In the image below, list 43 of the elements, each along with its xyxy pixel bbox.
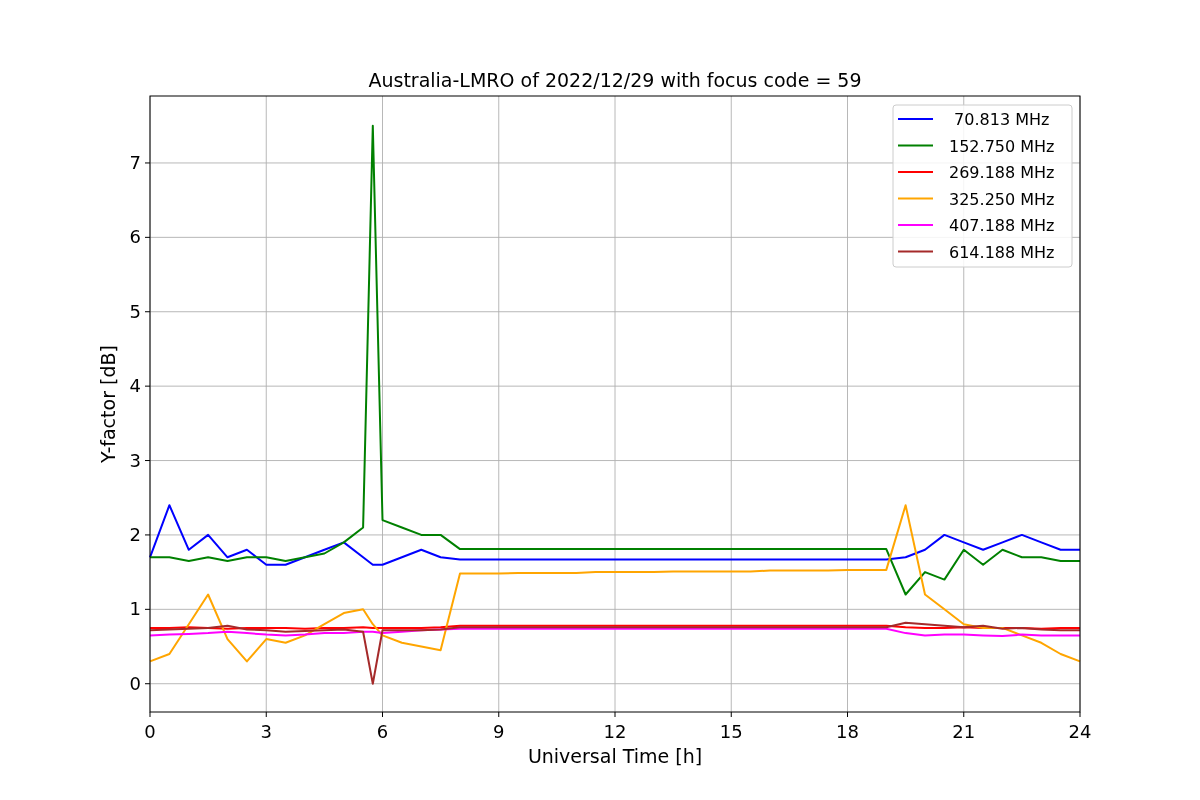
x-tick xyxy=(265,711,267,718)
x-tick-label: 0 xyxy=(144,721,156,742)
y-tick-label: 5 xyxy=(129,300,141,322)
y-tick xyxy=(144,683,151,685)
x-tick-label: 9 xyxy=(493,721,505,742)
y-tick xyxy=(144,385,151,387)
x-axis-label: Universal Time [h] xyxy=(527,745,703,767)
x-tick-label: 3 xyxy=(260,721,272,742)
y-tick xyxy=(144,460,151,462)
x-tick xyxy=(847,711,848,718)
legend-label: 269.188 MHz xyxy=(949,163,1055,182)
x-tick xyxy=(498,711,500,718)
x-tick xyxy=(149,711,151,718)
y-tick xyxy=(144,311,151,313)
y-tick-label: 2 xyxy=(129,523,141,545)
legend-label: 70.813 MHz xyxy=(954,110,1050,129)
y-tick xyxy=(144,162,151,164)
x-tick xyxy=(963,711,965,718)
x-tick xyxy=(1079,711,1081,718)
x-tick-label: 12 xyxy=(603,721,627,742)
x-tick-label: 15 xyxy=(719,721,743,742)
x-tick-label: 24 xyxy=(1068,721,1092,742)
x-tick-label: 6 xyxy=(376,721,389,742)
y-tick-label: 6 xyxy=(129,226,141,248)
x-tick xyxy=(730,711,732,718)
y-tick xyxy=(144,236,151,238)
y-tick-label: 1 xyxy=(129,598,141,620)
y-tick-label: 0 xyxy=(129,672,141,694)
legend-label: 614.188 MHz xyxy=(949,242,1055,262)
y-tick xyxy=(144,608,151,610)
legend-label: 152.750 MHz xyxy=(949,136,1055,156)
legend-label: 407.188 MHz xyxy=(949,216,1055,235)
x-tick xyxy=(614,711,616,718)
x-tick xyxy=(382,711,383,718)
legend-label: 325.250 MHz xyxy=(949,189,1055,209)
y-tick-label: 3 xyxy=(129,449,141,471)
y-tick-label: 4 xyxy=(129,375,141,397)
y-tick xyxy=(144,534,151,536)
x-tick-label: 18 xyxy=(836,721,859,742)
x-tick-label: 21 xyxy=(952,721,976,742)
y-axis-label: Y-factor [dB] xyxy=(97,345,119,463)
y-tick-label: 7 xyxy=(129,151,141,173)
chart-title: Australia-LMRO of 2022/12/29 with focus code = 59 xyxy=(368,69,862,91)
